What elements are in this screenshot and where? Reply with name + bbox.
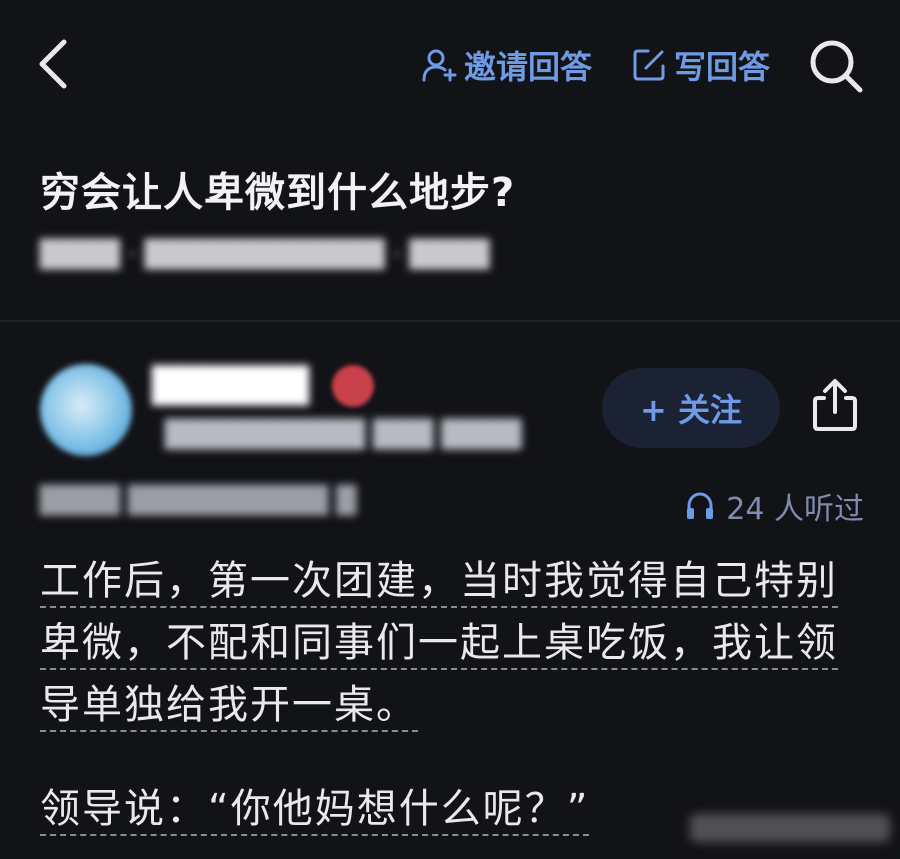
chevron-left-icon [39,39,67,89]
answer-text-line: 领导说：“你他妈想什么呢？” [40,786,590,832]
top-bar: 邀请回答 写回答 [0,0,900,130]
question-meta-text: ████ · ████████████ · ████ [40,240,490,270]
author-subtitle: ██████████ ███ ████ [165,420,522,450]
question-meta: ████ · ████████████ · ████ [40,238,550,272]
invite-answer-label: 邀请回答 [464,48,593,86]
answer-date: ████ ██████████ █ [40,486,357,516]
share-button[interactable] [806,376,864,434]
avatar[interactable] [40,364,132,456]
author-name[interactable]: ██████ [152,366,309,406]
search-icon [810,40,863,93]
listen-count-label: 24 人听过 [726,492,864,527]
search-button[interactable] [806,36,866,96]
listen-count[interactable]: 24 人听过 [684,484,864,528]
watermark [690,814,890,842]
author-badge-icon [332,365,374,407]
question-title[interactable]: 穷会让人卑微到什么地步? [40,160,515,218]
divider [0,320,900,322]
invite-answer-button[interactable]: 邀请回答 [420,40,592,90]
share-icon [813,379,857,431]
headphones-icon [687,492,714,519]
answer-page: 邀请回答 写回答 穷会让人卑微到什么地步? ████ · ███████████… [0,0,900,859]
answer-text-line: 卑微，不配和同事们一起上桌吃饭，我让领 [40,620,838,666]
follow-button[interactable]: + 关注 [602,368,780,448]
write-answer-button[interactable]: 写回答 [630,40,770,90]
answer-text-line: 导单独给我开一桌。 [40,682,418,728]
write-answer-label: 写回答 [674,48,771,86]
edit-icon [633,49,665,81]
invite-user-icon [422,49,457,82]
answer-text-line: 工作后，第一次团建，当时我觉得自己特别 [40,558,838,604]
back-button[interactable] [30,34,80,94]
